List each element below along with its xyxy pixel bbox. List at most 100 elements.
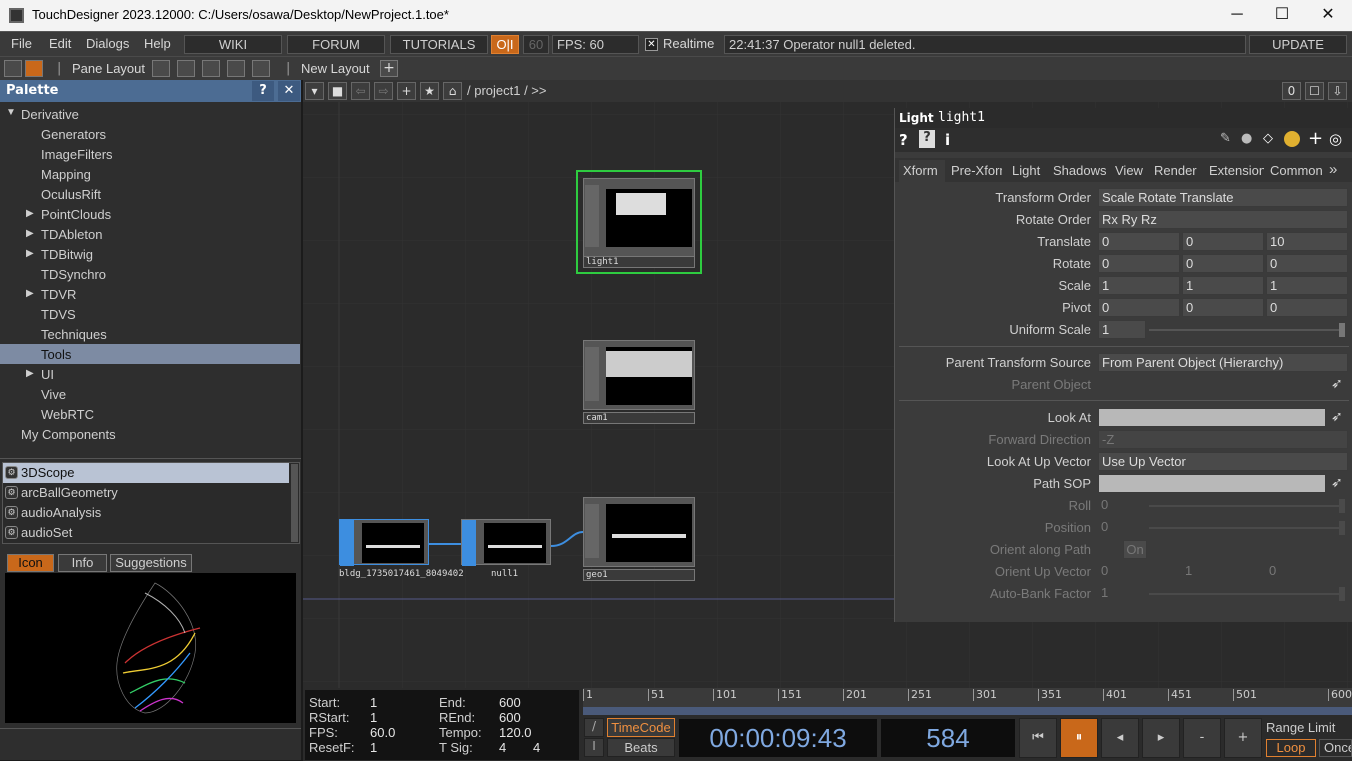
tree-item-imagefilters[interactable]: ImageFilters bbox=[0, 144, 300, 164]
star-icon[interactable]: ★ bbox=[420, 82, 439, 100]
more-tabs-icon[interactable]: » bbox=[1329, 161, 1337, 178]
param-value-field[interactable]: 0 bbox=[1266, 254, 1348, 273]
tree-item-techniques[interactable]: Techniques bbox=[0, 324, 300, 344]
tree-item-generators[interactable]: Generators bbox=[0, 124, 300, 144]
tsig-a-value[interactable]: 4 bbox=[499, 740, 506, 755]
layout-split-v-icon[interactable] bbox=[177, 60, 195, 77]
end-value[interactable]: 600 bbox=[499, 695, 521, 710]
bar-icon[interactable]: I bbox=[584, 738, 604, 757]
menu-help[interactable]: Help bbox=[144, 36, 171, 51]
palette-close-button[interactable]: ✕ bbox=[278, 81, 300, 101]
tree-item-tdableton[interactable]: ▶ TDAbleton bbox=[0, 224, 300, 244]
tree-item-tdvr[interactable]: ▶ TDVR bbox=[0, 284, 300, 304]
param-value-field[interactable]: 0 bbox=[1098, 232, 1180, 251]
param-value-field[interactable]: 1 bbox=[1182, 562, 1264, 581]
param-value-field[interactable]: 0 bbox=[1182, 254, 1264, 273]
node-geo1[interactable] bbox=[583, 497, 695, 567]
tab-common[interactable]: Common bbox=[1270, 163, 1324, 178]
component-item[interactable]: ⚙ audioSet bbox=[3, 523, 289, 543]
slider-handle[interactable] bbox=[1339, 499, 1345, 513]
tree-item-tdbitwig[interactable]: ▶ TDBitwig bbox=[0, 244, 300, 264]
tree-root-derivative[interactable]: ▼ Derivative bbox=[0, 104, 300, 124]
param-value-field[interactable]: 0 bbox=[1182, 298, 1264, 317]
param-menu[interactable]: Use Up Vector bbox=[1098, 452, 1348, 471]
pause-icon[interactable]: ⏸ bbox=[1060, 718, 1098, 758]
param-menu[interactable]: -Z bbox=[1098, 430, 1348, 449]
param-value-field[interactable]: 0 bbox=[1182, 232, 1264, 251]
pick-arrow-icon[interactable]: ➶ bbox=[1331, 475, 1343, 491]
loop-button[interactable]: Loop bbox=[1266, 739, 1316, 757]
tab-icon[interactable]: Icon bbox=[7, 554, 54, 572]
help-icon[interactable]: ? bbox=[899, 131, 908, 149]
tree-item-ui[interactable]: ▶ UI bbox=[0, 364, 300, 384]
node-bldg[interactable] bbox=[339, 519, 429, 566]
layout-single-icon[interactable] bbox=[152, 60, 170, 77]
tab-view[interactable]: View bbox=[1115, 163, 1143, 178]
op-name[interactable]: light1 bbox=[938, 110, 985, 125]
tree-item-tdsynchro[interactable]: TDSynchro bbox=[0, 264, 300, 284]
pane-icon[interactable] bbox=[4, 60, 22, 77]
node-cam1-label[interactable]: cam1 bbox=[583, 412, 695, 424]
menu-icon[interactable]: ▾ bbox=[305, 82, 324, 100]
tab-extension[interactable]: Extension bbox=[1209, 163, 1264, 178]
pick-arrow-icon[interactable]: ➶ bbox=[1331, 409, 1343, 425]
chevron-right-icon[interactable]: ▶ bbox=[26, 368, 34, 379]
node-bldg-label[interactable]: bldg_1735017461_8049402 bbox=[339, 569, 463, 581]
tree-item-vive[interactable]: Vive bbox=[0, 384, 300, 404]
param-value-field[interactable]: 1 bbox=[1266, 276, 1348, 295]
resetf-value[interactable]: 1 bbox=[370, 740, 377, 755]
edit-icon[interactable]: ✎ bbox=[1220, 131, 1231, 146]
chevron-right-icon[interactable]: ▶ bbox=[26, 248, 34, 259]
param-value-field[interactable]: 1 bbox=[1098, 584, 1146, 603]
step-back-icon[interactable]: ◂ bbox=[1101, 718, 1139, 758]
maximize-pane-icon[interactable]: ☐ bbox=[1305, 82, 1324, 100]
param-toggle[interactable]: On bbox=[1123, 540, 1147, 559]
param-menu[interactable]: From Parent Object (Hierarchy) bbox=[1098, 353, 1348, 372]
slider-handle[interactable] bbox=[1339, 323, 1345, 337]
tab-render[interactable]: Render bbox=[1154, 163, 1197, 178]
tree-item-pointclouds[interactable]: ▶ PointClouds bbox=[0, 204, 300, 224]
slash-icon[interactable]: / bbox=[584, 718, 604, 737]
component-item[interactable]: ⚙ 3DScope bbox=[3, 463, 289, 483]
menu-file[interactable]: File bbox=[11, 36, 32, 51]
update-button[interactable]: UPDATE bbox=[1249, 35, 1347, 54]
tree-item-webrtc[interactable]: WebRTC bbox=[0, 404, 300, 424]
tab-info[interactable]: Info bbox=[58, 554, 107, 572]
param-value-field[interactable]: 1 bbox=[1098, 320, 1146, 339]
component-item[interactable]: ⚙ audioAnalysis bbox=[3, 503, 289, 523]
layout-split-h-icon[interactable] bbox=[202, 60, 220, 77]
oi-button[interactable]: O|I bbox=[491, 35, 519, 54]
chevron-right-icon[interactable]: ▶ bbox=[26, 228, 34, 239]
timecode-display[interactable]: 00:00:09:43 bbox=[679, 719, 877, 757]
param-value-field[interactable]: 0 bbox=[1098, 298, 1180, 317]
node-light1-label[interactable]: light1 bbox=[583, 256, 695, 268]
speed-down-button[interactable]: - bbox=[1183, 718, 1221, 758]
timeline-range-bar[interactable] bbox=[583, 707, 1352, 715]
tab-light[interactable]: Light bbox=[1012, 163, 1040, 178]
back-icon[interactable]: ⇦ bbox=[351, 82, 370, 100]
tree-item-mapping[interactable]: Mapping bbox=[0, 164, 300, 184]
menu-edit[interactable]: Edit bbox=[49, 36, 71, 51]
param-slider[interactable] bbox=[1149, 505, 1345, 507]
param-value-field[interactable]: 0 bbox=[1266, 298, 1348, 317]
param-text-field[interactable] bbox=[1098, 474, 1326, 493]
home-icon[interactable]: ⌂ bbox=[443, 82, 462, 100]
param-slider[interactable] bbox=[1149, 329, 1345, 331]
component-item[interactable]: ⚙ arcBallGeometry bbox=[3, 483, 289, 503]
tab-xform[interactable]: Xform bbox=[903, 163, 938, 178]
param-value-field[interactable]: 0 bbox=[1266, 562, 1348, 581]
param-value-field[interactable]: 0 bbox=[1098, 254, 1180, 273]
node-null1[interactable] bbox=[461, 519, 551, 566]
param-value-field[interactable]: 1 bbox=[1098, 276, 1180, 295]
fps-target-field[interactable]: 60 bbox=[523, 35, 549, 54]
timecode-button[interactable]: TimeCode bbox=[607, 718, 675, 737]
param-value-field[interactable]: 10 bbox=[1266, 232, 1348, 251]
param-value-field[interactable]: 0 bbox=[1098, 496, 1146, 515]
python-icon[interactable] bbox=[1284, 131, 1300, 147]
chevron-right-icon[interactable]: ▶ bbox=[26, 288, 34, 299]
layout-four-icon[interactable] bbox=[252, 60, 270, 77]
fps-value[interactable]: 60.0 bbox=[370, 725, 395, 740]
python-help-icon[interactable]: ? bbox=[919, 130, 935, 148]
down-arrow-icon[interactable]: ⇩ bbox=[1328, 82, 1347, 100]
home-icon[interactable] bbox=[25, 60, 43, 77]
